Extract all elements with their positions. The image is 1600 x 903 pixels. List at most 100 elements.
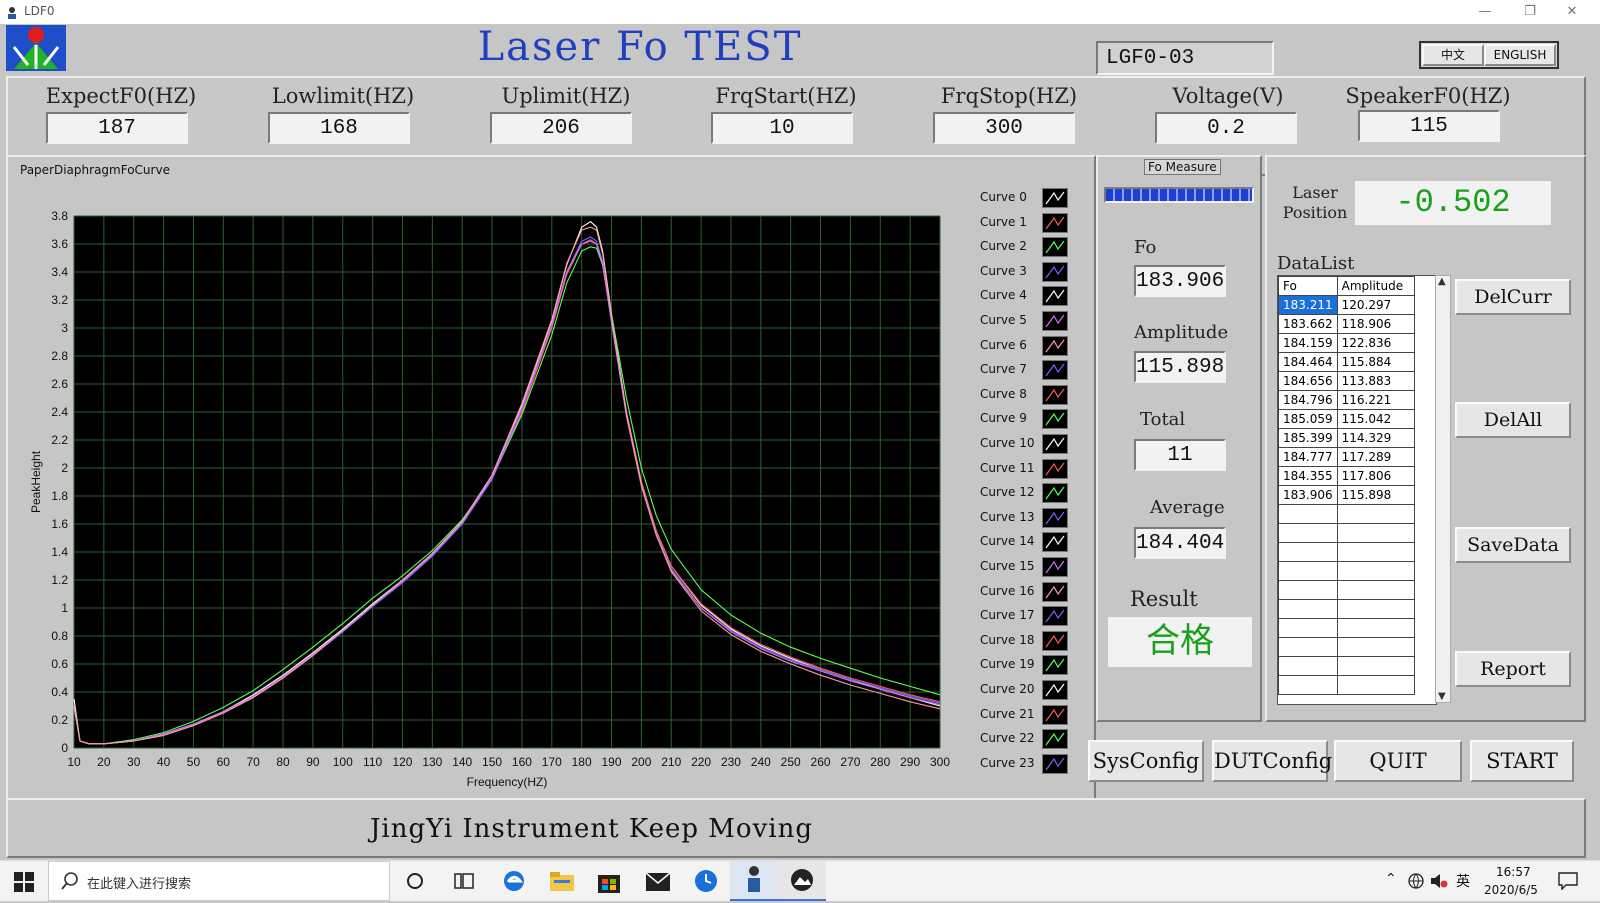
legend-item[interactable]: Curve 5: [980, 311, 1100, 333]
notification-icon[interactable]: [1558, 872, 1578, 894]
table-row-empty[interactable]: [1278, 637, 1415, 657]
table-cell-amplitude[interactable]: 122.836: [1336, 333, 1415, 353]
table-cell-amplitude[interactable]: 117.289: [1336, 447, 1415, 467]
table-cell-fo[interactable]: 183.211: [1278, 295, 1338, 315]
table-cell-fo[interactable]: 184.796: [1278, 390, 1338, 410]
legend-item[interactable]: Curve 22: [980, 729, 1100, 751]
table-row-empty[interactable]: [1278, 618, 1415, 638]
table-row[interactable]: 184.355 117.806: [1278, 466, 1415, 486]
legend-item[interactable]: Curve 0: [980, 188, 1100, 210]
legend-item[interactable]: Curve 15: [980, 557, 1100, 579]
table-cell-fo[interactable]: [1278, 504, 1338, 524]
table-row[interactable]: 184.796 116.221: [1278, 390, 1415, 410]
dutconfig-button[interactable]: DUTConfig: [1212, 740, 1332, 782]
legend-item[interactable]: Curve 17: [980, 606, 1100, 628]
legend-item[interactable]: Curve 10: [980, 434, 1100, 456]
restore-icon[interactable]: ❐: [1510, 2, 1550, 22]
report-button[interactable]: Report: [1455, 651, 1571, 687]
table-cell-amplitude[interactable]: 118.906: [1336, 314, 1415, 334]
legend-item[interactable]: Curve 13: [980, 507, 1100, 530]
table-cell-fo[interactable]: [1278, 599, 1338, 619]
legend-item[interactable]: Curve 11: [980, 458, 1100, 481]
scroll-down-icon[interactable]: ▼: [1438, 691, 1446, 702]
table-row[interactable]: 183.211 120.297: [1278, 295, 1415, 315]
taskbar-time[interactable]: 16:57: [1496, 865, 1531, 879]
table-cell-amplitude[interactable]: 117.806: [1336, 466, 1415, 486]
table-cell-amplitude[interactable]: [1336, 599, 1415, 619]
table-row[interactable]: 184.777 117.289: [1278, 447, 1415, 467]
table-cell-fo[interactable]: [1278, 561, 1338, 581]
table-cell-fo[interactable]: [1278, 637, 1338, 657]
table-cell-amplitude[interactable]: [1336, 561, 1415, 581]
sysconfig-button[interactable]: SysConfig: [1088, 740, 1204, 782]
legend-item[interactable]: Curve 1: [980, 212, 1100, 235]
table-cell-amplitude[interactable]: [1336, 580, 1415, 600]
scroll-up-icon[interactable]: ▲: [1438, 276, 1446, 287]
table-cell-fo[interactable]: 185.059: [1278, 409, 1338, 429]
table-row-empty[interactable]: [1278, 542, 1415, 562]
legend-item[interactable]: Curve 8: [980, 384, 1100, 407]
table-cell-fo[interactable]: 184.656: [1278, 371, 1338, 391]
table-cell-fo[interactable]: [1278, 580, 1338, 600]
mail-icon[interactable]: [645, 872, 671, 895]
legend-item[interactable]: Curve 23: [980, 753, 1100, 776]
table-cell-fo[interactable]: 184.777: [1278, 447, 1338, 467]
table-cell-fo[interactable]: [1278, 618, 1338, 638]
table-row[interactable]: 185.059 115.042: [1278, 409, 1415, 429]
table-row-empty[interactable]: [1278, 504, 1415, 524]
table-cell-fo[interactable]: [1278, 675, 1338, 695]
cortana-icon[interactable]: [406, 872, 424, 894]
clock-app-icon[interactable]: [694, 869, 718, 897]
ldf0-app-icon[interactable]: [730, 861, 778, 901]
table-cell-amplitude[interactable]: 116.221: [1336, 390, 1415, 410]
legend-item[interactable]: Curve 6: [980, 335, 1100, 358]
legend-item[interactable]: Curve 16: [980, 581, 1100, 604]
legend-item[interactable]: Curve 3: [980, 261, 1100, 284]
table-cell-fo[interactable]: 183.906: [1278, 485, 1338, 505]
quit-button[interactable]: QUIT: [1334, 740, 1462, 782]
table-cell-fo[interactable]: 185.399: [1278, 428, 1338, 448]
table-row[interactable]: 184.159 122.836: [1278, 333, 1415, 353]
legend-item[interactable]: Curve 4: [980, 286, 1100, 308]
table-row[interactable]: 183.662 118.906: [1278, 314, 1415, 334]
table-row-empty[interactable]: [1278, 580, 1415, 600]
table-cell-amplitude[interactable]: [1336, 656, 1415, 676]
edge-browser-icon[interactable]: [502, 869, 526, 897]
legend-item[interactable]: Curve 7: [980, 360, 1100, 382]
table-cell-amplitude[interactable]: [1336, 675, 1415, 695]
table-cell-amplitude[interactable]: 115.898: [1336, 485, 1415, 505]
table-cell-amplitude[interactable]: [1336, 542, 1415, 562]
legend-item[interactable]: Curve 14: [980, 532, 1100, 554]
start-button[interactable]: START: [1470, 740, 1574, 782]
table-row[interactable]: 184.656 113.883: [1278, 371, 1415, 391]
param-input-speakerf0[interactable]: 115: [1358, 110, 1500, 142]
close-icon[interactable]: ✕: [1552, 2, 1592, 22]
param-input-voltage[interactable]: 0.2: [1155, 112, 1297, 144]
table-row-empty[interactable]: [1278, 656, 1415, 676]
table-cell-amplitude[interactable]: [1336, 523, 1415, 543]
table-cell-fo[interactable]: [1278, 656, 1338, 676]
start-icon[interactable]: [14, 872, 34, 892]
legend-item[interactable]: Curve 18: [980, 630, 1100, 653]
table-cell-amplitude[interactable]: 114.329: [1336, 428, 1415, 448]
table-cell-amplitude[interactable]: [1336, 618, 1415, 638]
table-row[interactable]: 184.464 115.884: [1278, 352, 1415, 372]
table-cell-fo[interactable]: 184.464: [1278, 352, 1338, 372]
table-cell-amplitude[interactable]: 113.883: [1336, 371, 1415, 391]
datalist-scrollbar[interactable]: ▲ ▼: [1435, 275, 1451, 703]
minimize-icon[interactable]: —: [1465, 2, 1505, 22]
lang-english-button[interactable]: ENGLISH: [1484, 44, 1556, 66]
legend-item[interactable]: Curve 21: [980, 704, 1100, 727]
table-row-empty[interactable]: [1278, 675, 1415, 695]
legend-item[interactable]: Curve 2: [980, 237, 1100, 259]
table-cell-amplitude[interactable]: 120.297: [1336, 295, 1415, 315]
taskbar-date[interactable]: 2020/6/5: [1484, 883, 1538, 897]
network-icon[interactable]: [1408, 873, 1424, 893]
table-cell-fo[interactable]: 183.662: [1278, 314, 1338, 334]
table-row[interactable]: 183.906 115.898: [1278, 485, 1415, 505]
table-cell-amplitude[interactable]: 115.884: [1336, 352, 1415, 372]
table-cell-fo[interactable]: 184.159: [1278, 333, 1338, 353]
ime-indicator[interactable]: 英: [1456, 871, 1470, 891]
lang-chinese-button[interactable]: 中文: [1422, 44, 1484, 66]
legend-item[interactable]: Curve 20: [980, 680, 1100, 702]
